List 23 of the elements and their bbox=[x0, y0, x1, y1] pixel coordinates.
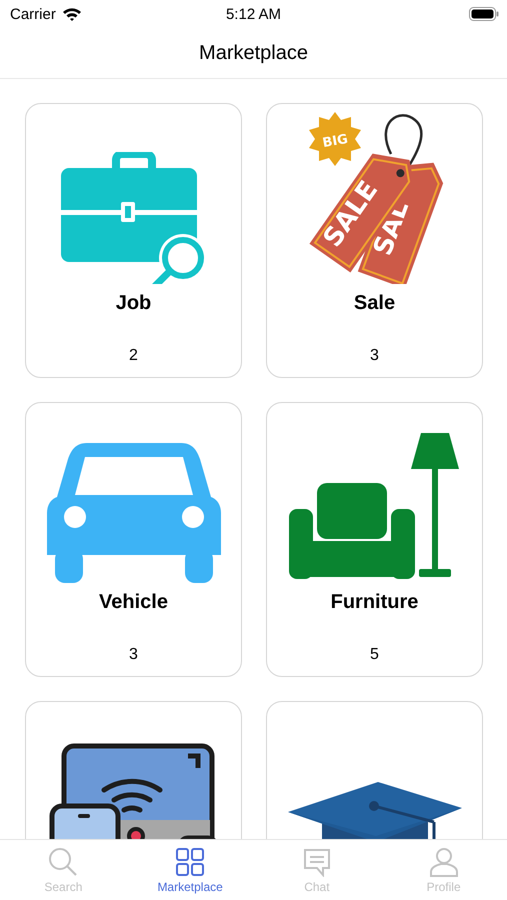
category-card[interactable]: Job 2 bbox=[25, 103, 242, 378]
battery-icon bbox=[469, 7, 499, 21]
wifi-icon bbox=[62, 7, 82, 21]
category-title: Sale bbox=[354, 292, 396, 315]
item-count: 3 bbox=[370, 347, 379, 365]
car-icon bbox=[46, 443, 220, 583]
category-title: Vehicle bbox=[99, 591, 168, 614]
category-title: Job bbox=[116, 292, 152, 315]
chat-icon bbox=[302, 846, 332, 876]
search-icon bbox=[48, 846, 78, 876]
profile-icon bbox=[428, 846, 459, 876]
category-card[interactable]: Vehicle 3 bbox=[25, 402, 242, 677]
grid-icon bbox=[175, 846, 206, 876]
category-card[interactable]: Furniture 5 bbox=[266, 402, 483, 677]
item-count: 3 bbox=[129, 646, 138, 664]
carrier-text: Carrier bbox=[10, 6, 56, 22]
briefcase-search-icon bbox=[60, 152, 206, 284]
item-count: 5 bbox=[370, 646, 379, 664]
page-title: Marketplace bbox=[199, 42, 308, 64]
category-title: Furniture bbox=[330, 591, 418, 614]
item-count: 2 bbox=[129, 347, 138, 365]
clock-time: 5:12 AM bbox=[226, 6, 282, 22]
tab-bar-item[interactable]: Marketplace bbox=[126, 840, 254, 900]
